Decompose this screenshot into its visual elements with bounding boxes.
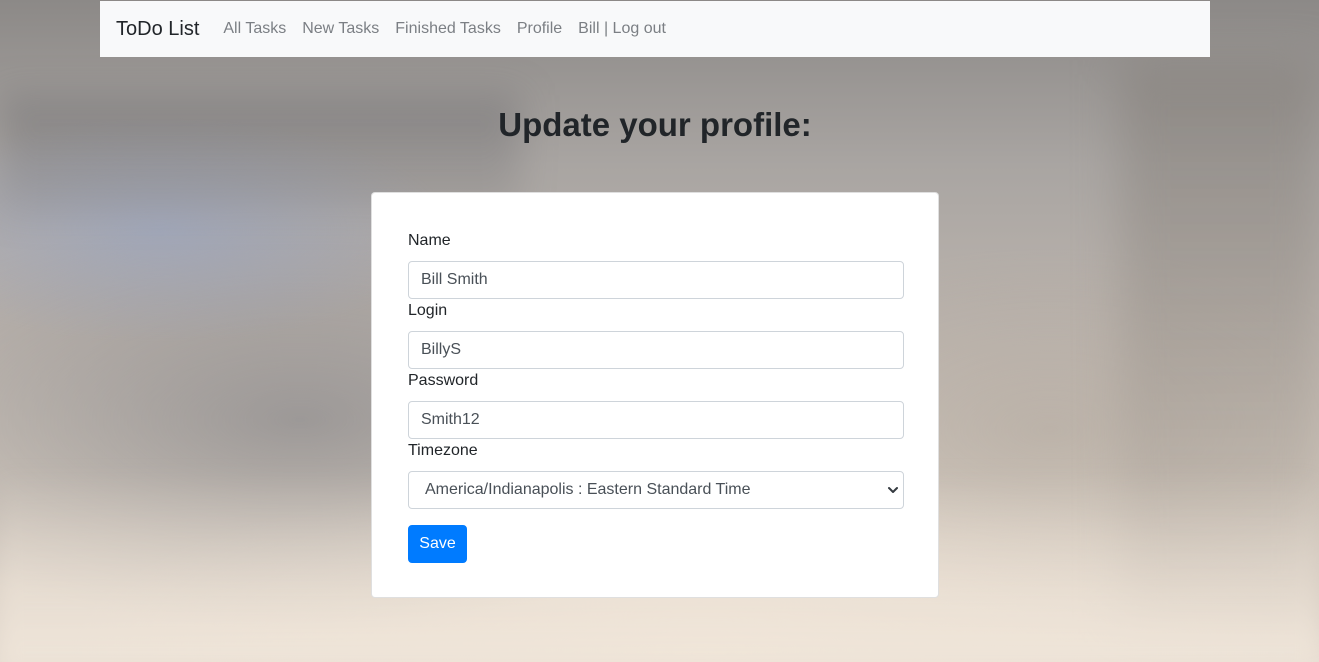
chevron-down-icon: [888, 487, 898, 493]
navbar-brand[interactable]: ToDo List: [116, 18, 199, 41]
login-input[interactable]: [408, 331, 904, 369]
top-navbar: ToDo List All Tasks New Tasks Finished T…: [100, 1, 1210, 57]
nav-link-profile[interactable]: Profile: [517, 20, 562, 38]
password-label: Password: [408, 372, 479, 389]
login-label: Login: [408, 302, 448, 319]
nav-link-finished-tasks[interactable]: Finished Tasks: [395, 20, 501, 38]
nav-link-new-tasks[interactable]: New Tasks: [302, 20, 379, 38]
nav-link-all-tasks[interactable]: All Tasks: [223, 20, 286, 38]
name-label: Name: [408, 232, 451, 249]
name-input[interactable]: [408, 261, 904, 299]
timezone-selected-value: America/Indianapolis : Eastern Standard …: [425, 481, 751, 498]
page-title: Update your profile:: [498, 106, 812, 143]
nav-link-logout[interactable]: Bill | Log out: [578, 20, 666, 38]
timezone-select[interactable]: America/Indianapolis : Eastern Standard …: [408, 471, 904, 509]
save-button[interactable]: Save: [408, 525, 467, 563]
profile-form-card: Name Login Password Timezone America/Ind…: [371, 192, 939, 598]
password-input[interactable]: [408, 401, 904, 439]
timezone-label: Timezone: [408, 442, 478, 459]
